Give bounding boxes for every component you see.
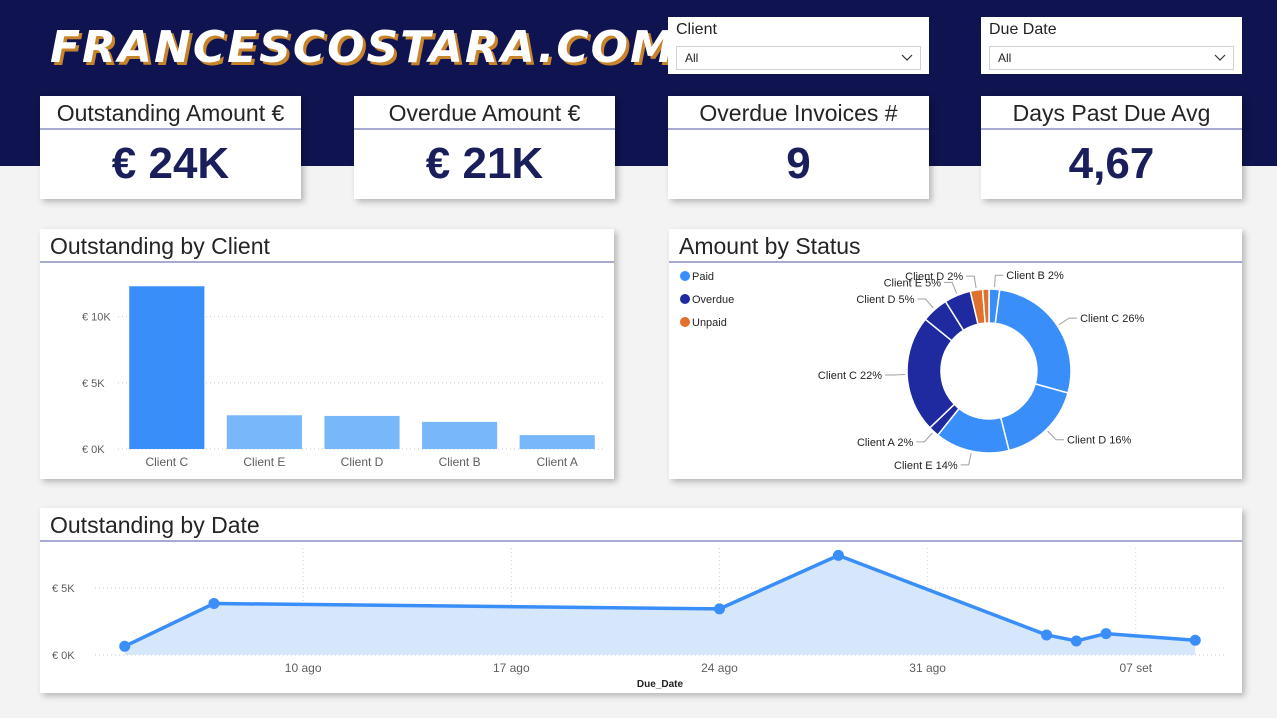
chevron-down-icon[interactable] (900, 50, 914, 64)
leader-line (1047, 430, 1065, 441)
slice-label: Client A 2% (857, 437, 913, 449)
donut-chart-card: Amount by Status Paid Overdue Unpaid Client… (669, 229, 1242, 479)
data-point (119, 640, 131, 652)
slice-label: Client B 2% (1006, 270, 1064, 282)
y-tick-label: € 0K (82, 444, 105, 456)
data-point (832, 549, 844, 561)
kpi-value: € 21K (425, 139, 544, 188)
chevron-down-icon[interactable] (1213, 50, 1227, 64)
slice-label: Client D 16% (1067, 435, 1131, 447)
y-tick-label: € 10K (82, 312, 111, 324)
leader-line (960, 452, 972, 466)
leader-line (917, 298, 934, 309)
donut-slice (994, 288, 1072, 394)
kpi-value: 9 (786, 139, 811, 188)
x-tick-label: 10 ago (285, 661, 322, 675)
client-slicer-label: Client (676, 21, 717, 38)
due-date-dropdown-value: All (998, 51, 1012, 65)
bar (226, 415, 302, 449)
client-dropdown[interactable]: All (676, 46, 921, 70)
x-tick-label: Client D (341, 455, 384, 469)
line-chart: € 0K € 5K 10 ago 17 ago 24 ago 31 ago 07 set Du… (52, 548, 1225, 690)
leader-line (944, 281, 958, 294)
kpi-title: Outstanding Amount € (40, 96, 301, 130)
x-axis-label: Due_Date (637, 679, 684, 690)
x-tick-label: Client B (439, 455, 481, 469)
data-point (1189, 634, 1201, 646)
bar (519, 435, 595, 449)
bar-chart: € 0K € 5K € 10K Client C Client E Client D Cli… (82, 286, 606, 469)
line-chart-card: Outstanding by Date € 0K € 5K 10 ago 17 ago… (40, 508, 1242, 693)
brand-logo: FRANCESCOSTARA.COM (50, 22, 676, 73)
y-tick-label: € 5K (82, 378, 105, 390)
leader-line (916, 432, 933, 443)
data-point (713, 603, 725, 615)
client-dropdown-value: All (685, 51, 699, 65)
slice-label: Client D 2% (905, 271, 963, 283)
y-tick-label: € 5K (52, 583, 75, 595)
kpi-days-past-due: Days Past Due Avg 4,67 (981, 96, 1242, 199)
leader-line (994, 274, 1004, 288)
bar (324, 415, 400, 449)
kpi-value: 4,67 (1068, 139, 1155, 188)
bar (422, 421, 498, 449)
legend-label: Paid (692, 271, 714, 283)
x-tick-label: Client A (537, 455, 578, 469)
due-date-slicer-label: Due Date (989, 21, 1057, 38)
kpi-outstanding-amount: Outstanding Amount € € 24K (40, 96, 301, 199)
leader-line (1058, 317, 1078, 326)
data-point (1070, 635, 1082, 647)
bar (129, 286, 205, 449)
slice-label: Client E 14% (894, 460, 958, 472)
x-tick-label: Client C (145, 455, 188, 469)
slice-label: Client D 5% (856, 294, 914, 306)
client-slicer[interactable]: Client All (668, 17, 929, 74)
data-point (208, 598, 220, 610)
legend-marker (680, 294, 690, 304)
slice-label: Client C 22% (818, 370, 882, 382)
due-date-dropdown[interactable]: All (989, 46, 1234, 70)
donut-slice (999, 382, 1069, 452)
kpi-title: Overdue Invoices # (668, 96, 929, 130)
donut-chart: Paid Overdue Unpaid Client B 2% Client C 26%… (680, 270, 1145, 472)
x-tick-label: 24 ago (701, 661, 738, 675)
legend-marker (680, 317, 690, 327)
data-point (1041, 629, 1053, 641)
x-tick-label: 17 ago (493, 661, 530, 675)
x-tick-label: Client E (243, 455, 285, 469)
data-point (1100, 628, 1112, 640)
legend-label: Overdue (692, 294, 734, 306)
legend-marker (680, 271, 690, 281)
leader-line (966, 275, 977, 289)
x-tick-label: 07 set (1119, 661, 1152, 675)
y-tick-label: € 0K (52, 650, 75, 662)
kpi-overdue-invoices: Overdue Invoices # 9 (668, 96, 929, 199)
kpi-value: € 24K (111, 139, 230, 188)
slice-label: Client C 26% (1080, 313, 1144, 325)
bar-chart-card: Outstanding by Client € 0K € 5K € 10K Clien… (40, 229, 614, 479)
kpi-overdue-amount: Overdue Amount € € 21K (354, 96, 615, 199)
kpi-title: Overdue Amount € (354, 96, 615, 130)
due-date-slicer[interactable]: Due Date All (981, 17, 1242, 74)
legend-label: Unpaid (692, 317, 727, 329)
x-tick-label: 31 ago (909, 661, 946, 675)
kpi-title: Days Past Due Avg (981, 96, 1242, 130)
